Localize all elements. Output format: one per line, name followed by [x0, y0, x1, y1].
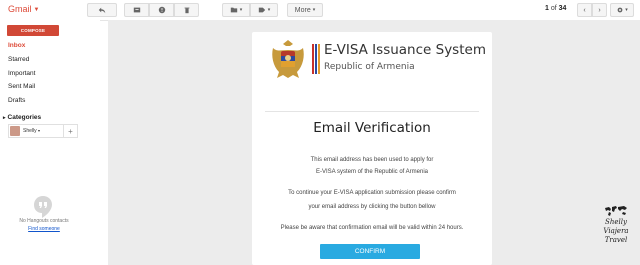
triangle-right-icon: ▸: [3, 115, 6, 121]
report-spam-button[interactable]: [149, 3, 174, 17]
folder-icon: [230, 7, 237, 13]
system-title: E-VISA Issuance System: [324, 42, 486, 58]
header-divider: [265, 111, 479, 112]
older-button[interactable]: ›: [592, 3, 607, 17]
reply-icon: [98, 7, 106, 14]
sidebar-item-label: Inbox: [8, 42, 26, 49]
categories-toggle[interactable]: ▸ Categories: [3, 114, 41, 121]
avatar: [10, 126, 20, 136]
move-to-button[interactable]: ▾: [222, 3, 250, 17]
armenia-coat-of-arms-icon: [272, 40, 304, 78]
archive-button[interactable]: [124, 3, 149, 17]
watermark-line: Shelly: [605, 218, 627, 226]
compose-button[interactable]: COMPOSE: [7, 25, 59, 36]
pager-button-group: ‹ ›: [577, 3, 607, 17]
sidebar-item-label: Drafts: [8, 97, 26, 104]
delete-button[interactable]: [174, 3, 199, 17]
sidebar-item-label: Important: [8, 70, 36, 77]
more-button-label: More: [294, 6, 311, 14]
email-card: E-VISA Issuance System Republic of Armen…: [252, 32, 492, 265]
sidebar-item-sent-mail[interactable]: Sent Mail: [8, 83, 35, 90]
flag-stripe-red: [312, 44, 314, 74]
more-button[interactable]: More ▾: [287, 3, 323, 17]
validity-notice: Please be aware that confirmation email …: [280, 225, 464, 231]
add-contact-button[interactable]: +: [63, 125, 77, 137]
move-button-group: ▾ ▾: [222, 3, 278, 17]
pager-total: 34: [558, 5, 567, 12]
chevron-down-icon: ▾: [38, 128, 41, 133]
categories-label: Categories: [7, 114, 42, 121]
world-map-icon: [605, 206, 627, 216]
sidebar-item-label: Sent Mail: [8, 83, 36, 90]
report-spam-icon: [158, 6, 165, 14]
confirm-button[interactable]: CONFIRM: [320, 244, 420, 259]
system-subtitle: Republic of Armenia: [324, 62, 415, 72]
watermark-line: Viajera: [603, 227, 629, 235]
sidebar-item-starred[interactable]: Starred: [8, 56, 29, 63]
sidebar-item-label: Starred: [8, 56, 30, 63]
pagination-text: 1 of 34: [545, 5, 566, 12]
pager-range: 1: [545, 5, 549, 12]
newer-button[interactable]: ‹: [577, 3, 592, 17]
label-icon: [258, 7, 265, 13]
top-toolbar: Gmail ▼ ▾ ▾ More ▾ 1 of 34 ‹ › ▾: [0, 0, 640, 21]
sidebar-item-important[interactable]: Important: [8, 70, 35, 77]
hangouts-user-name: Shelly ▾: [23, 128, 40, 134]
hangouts-user-label: Shelly: [23, 128, 37, 134]
confirm-button-label: CONFIRM: [354, 248, 386, 255]
hangouts-user-box[interactable]: Shelly ▾ +: [8, 124, 78, 138]
reply-button[interactable]: [87, 3, 117, 17]
plus-icon: +: [68, 126, 73, 136]
action-button-group: [124, 3, 199, 17]
gear-icon: [617, 7, 623, 13]
chevron-right-icon: ›: [598, 6, 601, 14]
settings-button[interactable]: ▾: [610, 3, 634, 17]
watermark-line: Travel: [604, 236, 628, 244]
hangouts-quote-icon: [34, 196, 52, 218]
chevron-down-icon: ▾: [267, 7, 271, 13]
paragraph-line: To continue your E-VISA application subm…: [288, 190, 456, 196]
gmail-menu[interactable]: Gmail ▼: [8, 4, 39, 14]
chevron-left-icon: ‹: [583, 6, 586, 14]
chevron-down-icon: ▼: [33, 6, 40, 13]
chevron-down-icon: ▾: [625, 7, 628, 13]
sidebar-item-drafts[interactable]: Drafts: [8, 97, 25, 104]
labels-button[interactable]: ▾: [250, 3, 278, 17]
paragraph-line: your email address by clicking the butto…: [308, 204, 436, 210]
chevron-down-icon: ▾: [312, 7, 316, 13]
flag-stripe-blue: [315, 44, 317, 74]
compose-label: COMPOSE: [20, 28, 46, 33]
chevron-down-icon: ▾: [239, 7, 243, 13]
hangouts-empty-text: No Hangouts contacts: [19, 218, 69, 224]
sidebar-item-inbox[interactable]: Inbox: [8, 42, 25, 49]
pager-of: of: [550, 5, 557, 12]
paragraph-line: This email address has been used to appl…: [310, 157, 434, 163]
watermark: Shelly Viajera Travel: [595, 205, 637, 245]
sidebar: COMPOSE Inbox Starred Important Sent Mai…: [0, 20, 100, 265]
flag-stripe-orange: [318, 44, 320, 74]
paragraph-line: E-VISA system of the Republic of Armenia: [315, 169, 429, 175]
gmail-logo-text: Gmail: [8, 4, 32, 14]
email-heading: Email Verification: [313, 120, 431, 136]
archive-icon: [133, 7, 140, 13]
delete-icon: [184, 7, 189, 14]
find-someone-link[interactable]: Find someone: [0, 226, 88, 232]
message-view: E-VISA Issuance System Republic of Armen…: [108, 20, 640, 265]
